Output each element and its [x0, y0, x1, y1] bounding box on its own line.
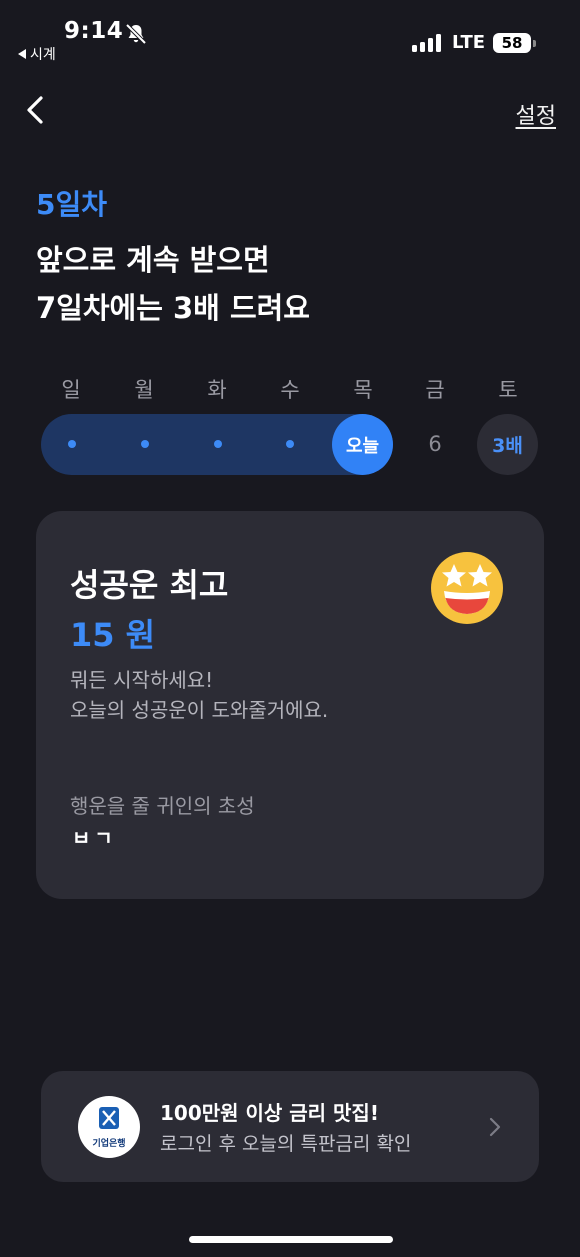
day-count-label: 5일차 [36, 188, 108, 221]
status-back-app-label: 시계 [30, 47, 56, 63]
headline-line-2: 7일차에는 3배 드려요 [36, 291, 310, 325]
fortune-desc-line-1: 뭐든 시작하세요! [70, 668, 214, 692]
today-marker: 오늘 [332, 414, 393, 475]
weekday-labels: 일 월 화 수 목 금 토 [36, 374, 544, 404]
completed-day-dot [68, 440, 76, 448]
network-type: LTE [452, 32, 486, 53]
weekday-sat: 토 [498, 378, 518, 402]
banner-title: 100만원 이상 금리 맛집! [160, 1101, 379, 1125]
completed-day-dot [141, 440, 149, 448]
bank-logo-name: 기업은행 [92, 1139, 126, 1149]
weekday-sun: 일 [61, 378, 81, 402]
battery-level: 58 [501, 34, 523, 52]
fortune-description: 뭐든 시작하세요! 오늘의 성공운이 도와줄거에요. [70, 665, 328, 725]
home-indicator[interactable] [189, 1236, 393, 1243]
day-6-label: 6 [428, 432, 442, 456]
day-7-bonus-label: 3배 [492, 435, 523, 457]
fortune-title: 성공운 최고 [70, 566, 229, 604]
signal-strength-icon [412, 33, 441, 52]
back-chevron-icon[interactable] [24, 94, 50, 126]
fortune-desc-line-2: 오늘의 성공운이 도와줄거에요. [70, 698, 329, 722]
weekday-mon: 월 [134, 378, 154, 402]
headline-line-1: 앞으로 계속 받으면 [36, 243, 270, 277]
weekday-wed: 수 [280, 378, 300, 402]
banner-subtitle: 로그인 후 오늘의 특판금리 확인 [160, 1133, 412, 1155]
weekday-tue: 화 [207, 378, 227, 402]
star-struck-emoji-icon [431, 552, 503, 624]
settings-link[interactable]: 설정 [516, 98, 556, 130]
back-triangle-icon [18, 49, 26, 59]
weekday-thu: 목 [353, 378, 373, 402]
completed-day-dot [286, 440, 294, 448]
status-time: 9:14 [64, 18, 124, 44]
silent-bell-icon [125, 23, 147, 45]
lucky-person-hint-label: 행운을 줄 귀인의 초성 [70, 794, 255, 818]
weekday-fri: 금 [425, 378, 445, 402]
status-back-to-app[interactable]: 시계 [18, 44, 56, 64]
battery-icon: 58 [493, 33, 536, 53]
chevron-right-icon[interactable] [488, 1116, 502, 1138]
page-headline: 앞으로 계속 받으면 7일차에는 3배 드려요 [36, 236, 310, 332]
day-7-bonus-badge: 3배 [477, 414, 538, 475]
reward-amount: 15 원 [70, 616, 156, 654]
today-label: 오늘 [345, 435, 380, 457]
lucky-person-initials: ㅂㄱ [72, 826, 117, 850]
completed-day-dot [214, 440, 222, 448]
